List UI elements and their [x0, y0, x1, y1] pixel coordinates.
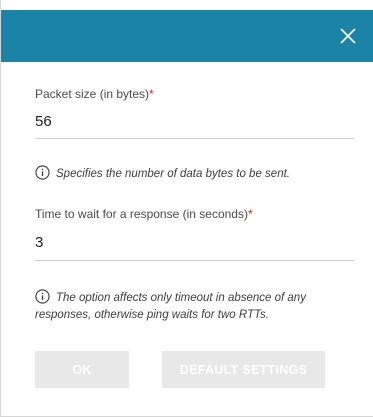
- wait-time-hint-text: The option affects only timeout in absen…: [35, 292, 306, 321]
- wait-time-underline: [35, 260, 354, 261]
- dialog-header: [1, 10, 373, 62]
- required-mark: *: [247, 207, 253, 221]
- packet-size-label: Packet size (in bytes)*: [35, 87, 154, 101]
- wait-time-input[interactable]: [35, 234, 354, 251]
- ok-button[interactable]: OK: [35, 351, 129, 388]
- close-button[interactable]: [336, 24, 360, 48]
- info-icon: [35, 289, 50, 304]
- packet-size-hint: Specifies the number of data bytes to be…: [35, 165, 355, 183]
- close-icon: [340, 28, 356, 44]
- packet-size-underline: [35, 138, 354, 139]
- default-settings-button[interactable]: DEFAULT SETTINGS: [162, 351, 325, 388]
- packet-size-hint-text: Specifies the number of data bytes to be…: [56, 168, 290, 180]
- ping-settings-dialog: Packet size (in bytes)* Specifies the nu…: [0, 0, 373, 417]
- packet-size-input[interactable]: [35, 113, 354, 130]
- wait-time-label: Time to wait for a response (in seconds)…: [35, 207, 253, 221]
- wait-time-hint: The option affects only timeout in absen…: [35, 289, 355, 324]
- info-icon: [35, 165, 50, 180]
- required-mark: *: [149, 87, 154, 101]
